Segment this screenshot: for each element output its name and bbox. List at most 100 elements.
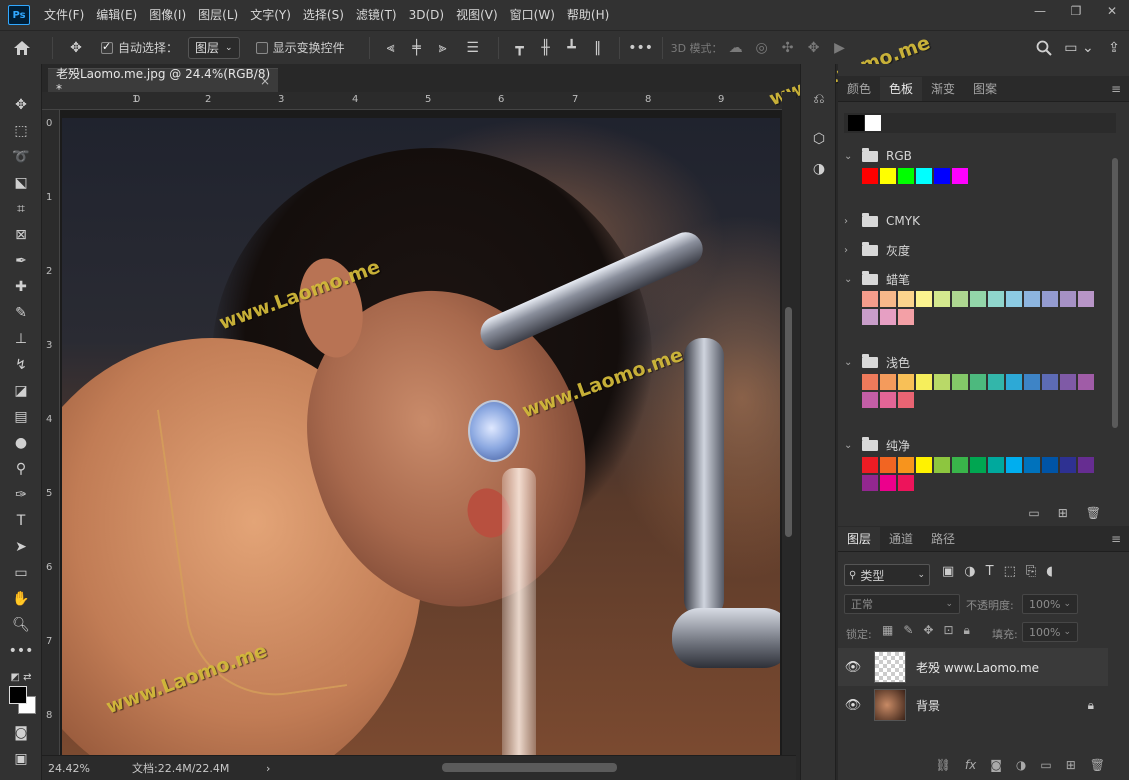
new-layer-icon[interactable]: ⊞: [1066, 758, 1076, 772]
eraser-tool-icon[interactable]: ◪: [9, 380, 33, 402]
new-group-icon[interactable]: ▭: [1028, 506, 1039, 520]
layer-filter-dropdown[interactable]: ⚲ 类型 ⌄: [844, 564, 930, 586]
color-swatch[interactable]: [898, 168, 914, 184]
minimize-button[interactable]: —: [1023, 0, 1057, 22]
frame-tool-icon[interactable]: ⊠: [9, 224, 33, 246]
zoom-level[interactable]: 24.42%: [48, 762, 128, 775]
menu-3d[interactable]: 3D(D): [403, 0, 450, 30]
swatch-group-header[interactable]: ⌄ RGB: [844, 144, 1109, 168]
home-icon[interactable]: [0, 40, 44, 56]
screen-mode-icon[interactable]: ▣: [9, 748, 33, 770]
quick-mask-icon[interactable]: ◙: [9, 722, 33, 744]
color-swatch[interactable]: [862, 475, 878, 491]
visibility-eye-icon[interactable]: 👁︎: [838, 660, 868, 675]
canvas-area[interactable]: [60, 110, 782, 755]
brush-tool-icon[interactable]: ✎: [9, 302, 33, 324]
chevron-right-icon[interactable]: ›: [844, 245, 854, 256]
color-swatch[interactable]: [1024, 291, 1040, 307]
new-swatch-icon[interactable]: ⊞: [1058, 506, 1068, 520]
color-swatch[interactable]: [862, 309, 878, 325]
swatch-group-header[interactable]: › CMYK: [844, 209, 1109, 233]
adjustment-icon[interactable]: ◑: [1016, 758, 1026, 772]
menu-layer[interactable]: 图层(L): [192, 0, 244, 30]
blur-tool-icon[interactable]: ●: [9, 432, 33, 454]
color-swatch[interactable]: [880, 392, 896, 408]
color-swatch[interactable]: [1006, 457, 1022, 473]
align-hcenter-icon[interactable]: ╪: [404, 40, 430, 56]
color-swatch[interactable]: [1078, 457, 1094, 473]
swatches-scrollbar[interactable]: [1110, 144, 1122, 496]
3d-pan-icon[interactable]: ✣: [775, 40, 801, 56]
lock-transparency-icon[interactable]: ▦: [882, 623, 893, 638]
layer-name[interactable]: 老殁 www.Laomo.me: [916, 659, 1039, 676]
align-right-icon[interactable]: ⫸: [430, 40, 456, 56]
menu-edit[interactable]: 编辑(E): [90, 0, 143, 30]
color-swatch[interactable]: [862, 374, 878, 390]
color-swatch[interactable]: [916, 291, 932, 307]
move-tool-icon[interactable]: ✥: [9, 94, 33, 116]
move-tool-icon[interactable]: ✥: [61, 40, 91, 56]
close-tab-icon[interactable]: ×: [260, 74, 270, 88]
color-swatch[interactable]: [862, 291, 878, 307]
document-image[interactable]: [62, 118, 780, 755]
lasso-tool-icon[interactable]: ➰: [9, 146, 33, 168]
color-swatch[interactable]: [862, 457, 878, 473]
color-swatch[interactable]: [1024, 457, 1040, 473]
color-swatch[interactable]: [916, 168, 932, 184]
color-swatch[interactable]: [1042, 457, 1058, 473]
chevron-down-icon[interactable]: ⌄: [844, 357, 854, 368]
color-swatch[interactable]: [1060, 457, 1076, 473]
menu-filter[interactable]: 滤镜(T): [350, 0, 403, 30]
dodge-tool-icon[interactable]: ⚲: [9, 458, 33, 480]
color-swatch[interactable]: [1060, 374, 1076, 390]
filter-pixel-icon[interactable]: ▣: [942, 564, 954, 579]
color-swatch[interactable]: [1024, 374, 1040, 390]
color-swatch[interactable]: [898, 309, 914, 325]
default-colors-icon[interactable]: ◩ ⇄: [9, 666, 33, 688]
color-swatch[interactable]: [862, 392, 878, 408]
menu-file[interactable]: 文件(F): [38, 0, 90, 30]
horizontal-scroll-thumb[interactable]: [442, 763, 617, 772]
color-swatch[interactable]: [934, 374, 950, 390]
recent-swatch[interactable]: [865, 115, 881, 131]
distribute-vertical-icon[interactable]: ‖: [585, 40, 611, 56]
3d-roll-icon[interactable]: ◎: [749, 40, 775, 56]
eyedropper-tool-icon[interactable]: ✒: [9, 250, 33, 272]
share-icon[interactable]: ⇪: [1099, 40, 1129, 56]
color-swatch[interactable]: [880, 309, 896, 325]
color-swatch[interactable]: [970, 374, 986, 390]
tab-paths[interactable]: 路径: [922, 527, 964, 551]
color-swatch[interactable]: [916, 374, 932, 390]
align-left-icon[interactable]: ⫷: [378, 40, 404, 56]
color-swatch[interactable]: [1006, 374, 1022, 390]
swatch-group-header[interactable]: ⌄ 蜡笔: [844, 267, 1109, 291]
lock-artboard-icon[interactable]: ⊡: [943, 623, 953, 638]
fx-icon[interactable]: fx: [965, 758, 976, 772]
visibility-eye-icon[interactable]: 👁︎: [838, 698, 868, 713]
color-swatch[interactable]: [952, 168, 968, 184]
color-swatch[interactable]: [898, 457, 914, 473]
close-window-button[interactable]: ✕: [1095, 0, 1129, 22]
3d-orbit-icon[interactable]: ☁: [723, 40, 749, 56]
mask-icon[interactable]: ◙: [990, 758, 1002, 772]
crop-tool-icon[interactable]: ⌗: [9, 198, 33, 220]
menu-view[interactable]: 视图(V): [450, 0, 504, 30]
chevron-down-icon[interactable]: ⌄: [844, 440, 854, 451]
color-swatch[interactable]: [988, 457, 1004, 473]
link-icon[interactable]: ⛓︎: [936, 758, 951, 772]
filter-shape-icon[interactable]: ⬚: [1004, 564, 1016, 579]
lock-all-icon[interactable]: 🔒︎: [964, 623, 970, 638]
tab-color[interactable]: 颜色: [838, 77, 880, 101]
stamp-tool-icon[interactable]: ⊥: [9, 328, 33, 350]
distribute-icon[interactable]: ☰: [456, 40, 490, 56]
document-tab[interactable]: 老殁Laomo.me.jpg @ 24.4%(RGB/8) * ×: [48, 67, 278, 96]
rectangle-tool-icon[interactable]: ▭: [9, 562, 33, 584]
blend-mode-dropdown[interactable]: 正常 ⌄: [844, 594, 960, 614]
color-swatch[interactable]: [898, 475, 914, 491]
layer-row[interactable]: 👁︎ 老殁 www.Laomo.me: [838, 648, 1108, 686]
color-swatch[interactable]: [898, 374, 914, 390]
menu-window[interactable]: 窗口(W): [504, 0, 561, 30]
status-menu-arrow[interactable]: ›: [266, 762, 270, 775]
chevron-down-icon[interactable]: ⌄: [844, 274, 854, 285]
menu-image[interactable]: 图像(I): [143, 0, 192, 30]
